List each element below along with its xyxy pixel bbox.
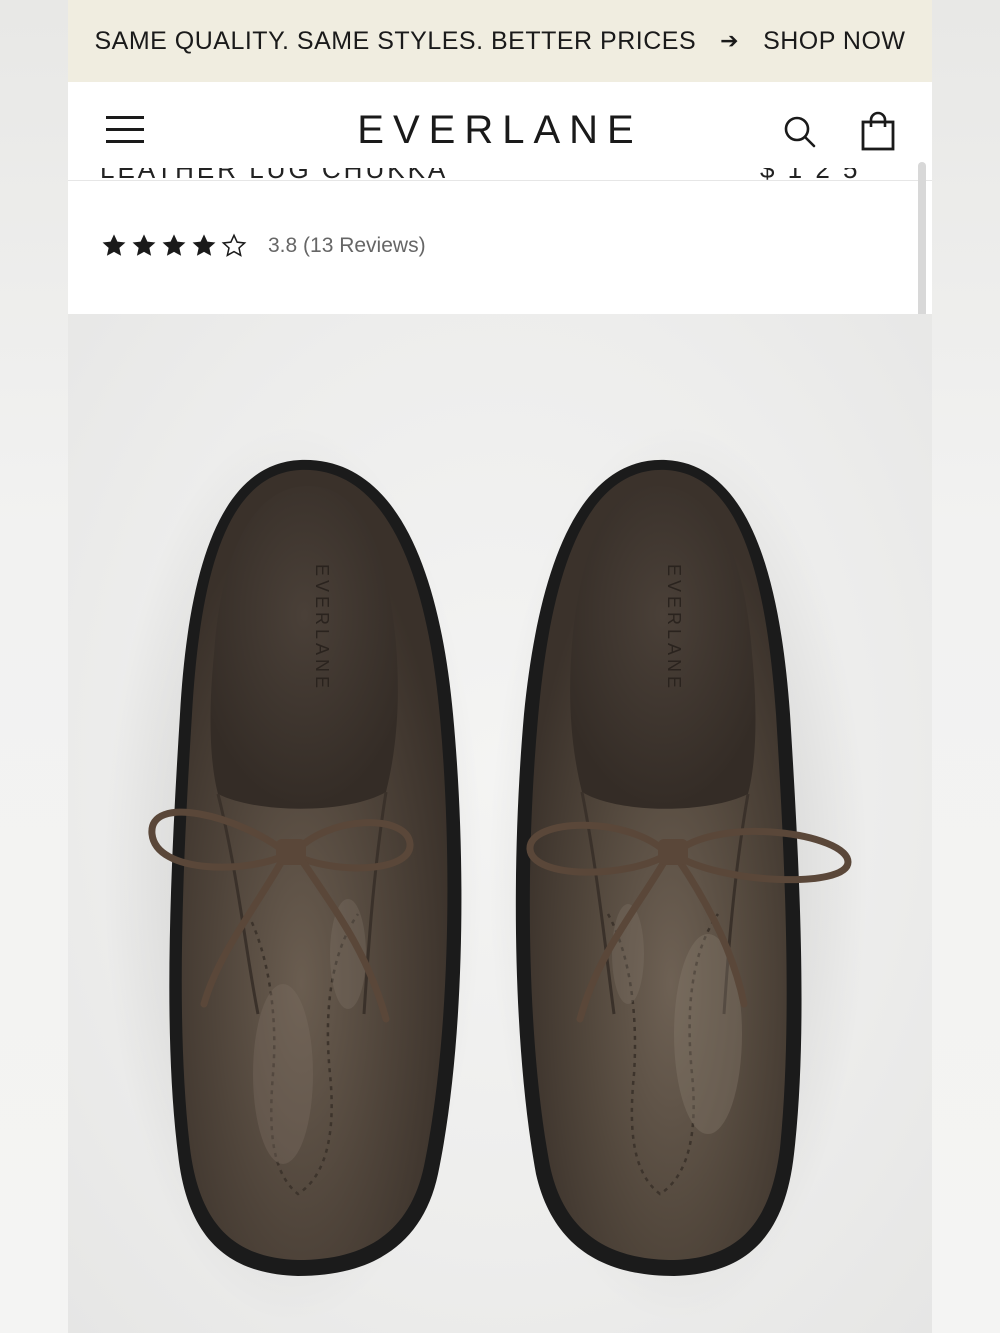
shopping-bag-icon[interactable] <box>858 110 898 152</box>
star-filled-icon <box>102 234 126 256</box>
promo-message: SAME QUALITY. SAME STYLES. BETTER PRICES <box>94 26 697 55</box>
shoes-photo: EVERLANE EVERLANE <box>103 424 868 1324</box>
product-rating[interactable]: 3.8 (13 Reviews) <box>100 232 426 260</box>
search-icon[interactable] <box>780 112 820 152</box>
mobile-viewport: SAME QUALITY. SAME STYLES. BETTER PRICES… <box>68 0 932 1333</box>
product-price-partial: $ 1 2 5 <box>760 168 861 184</box>
star-filled-icon <box>132 234 156 256</box>
site-header: EVERLANE <box>68 82 932 181</box>
shop-now-link[interactable]: SHOP NOW <box>763 27 905 56</box>
star-filled-icon <box>162 234 186 256</box>
insole-brand-left: EVERLANE <box>312 564 332 692</box>
star-filled-icon <box>192 234 216 256</box>
promo-banner[interactable]: SAME QUALITY. SAME STYLES. BETTER PRICES… <box>68 0 932 82</box>
star-rating <box>100 232 250 260</box>
insole-brand-right: EVERLANE <box>664 564 684 692</box>
product-image[interactable]: EVERLANE EVERLANE <box>68 314 932 1333</box>
arrow-right-icon: ➔ <box>720 28 740 53</box>
rating-summary[interactable]: 3.8 (13 Reviews) <box>268 234 426 258</box>
left-shoe: EVERLANE <box>148 459 462 1276</box>
star-empty-icon <box>221 233 247 257</box>
product-title-partial: LEATHER LUG CHUKKA $ 1 2 5 <box>100 168 900 184</box>
